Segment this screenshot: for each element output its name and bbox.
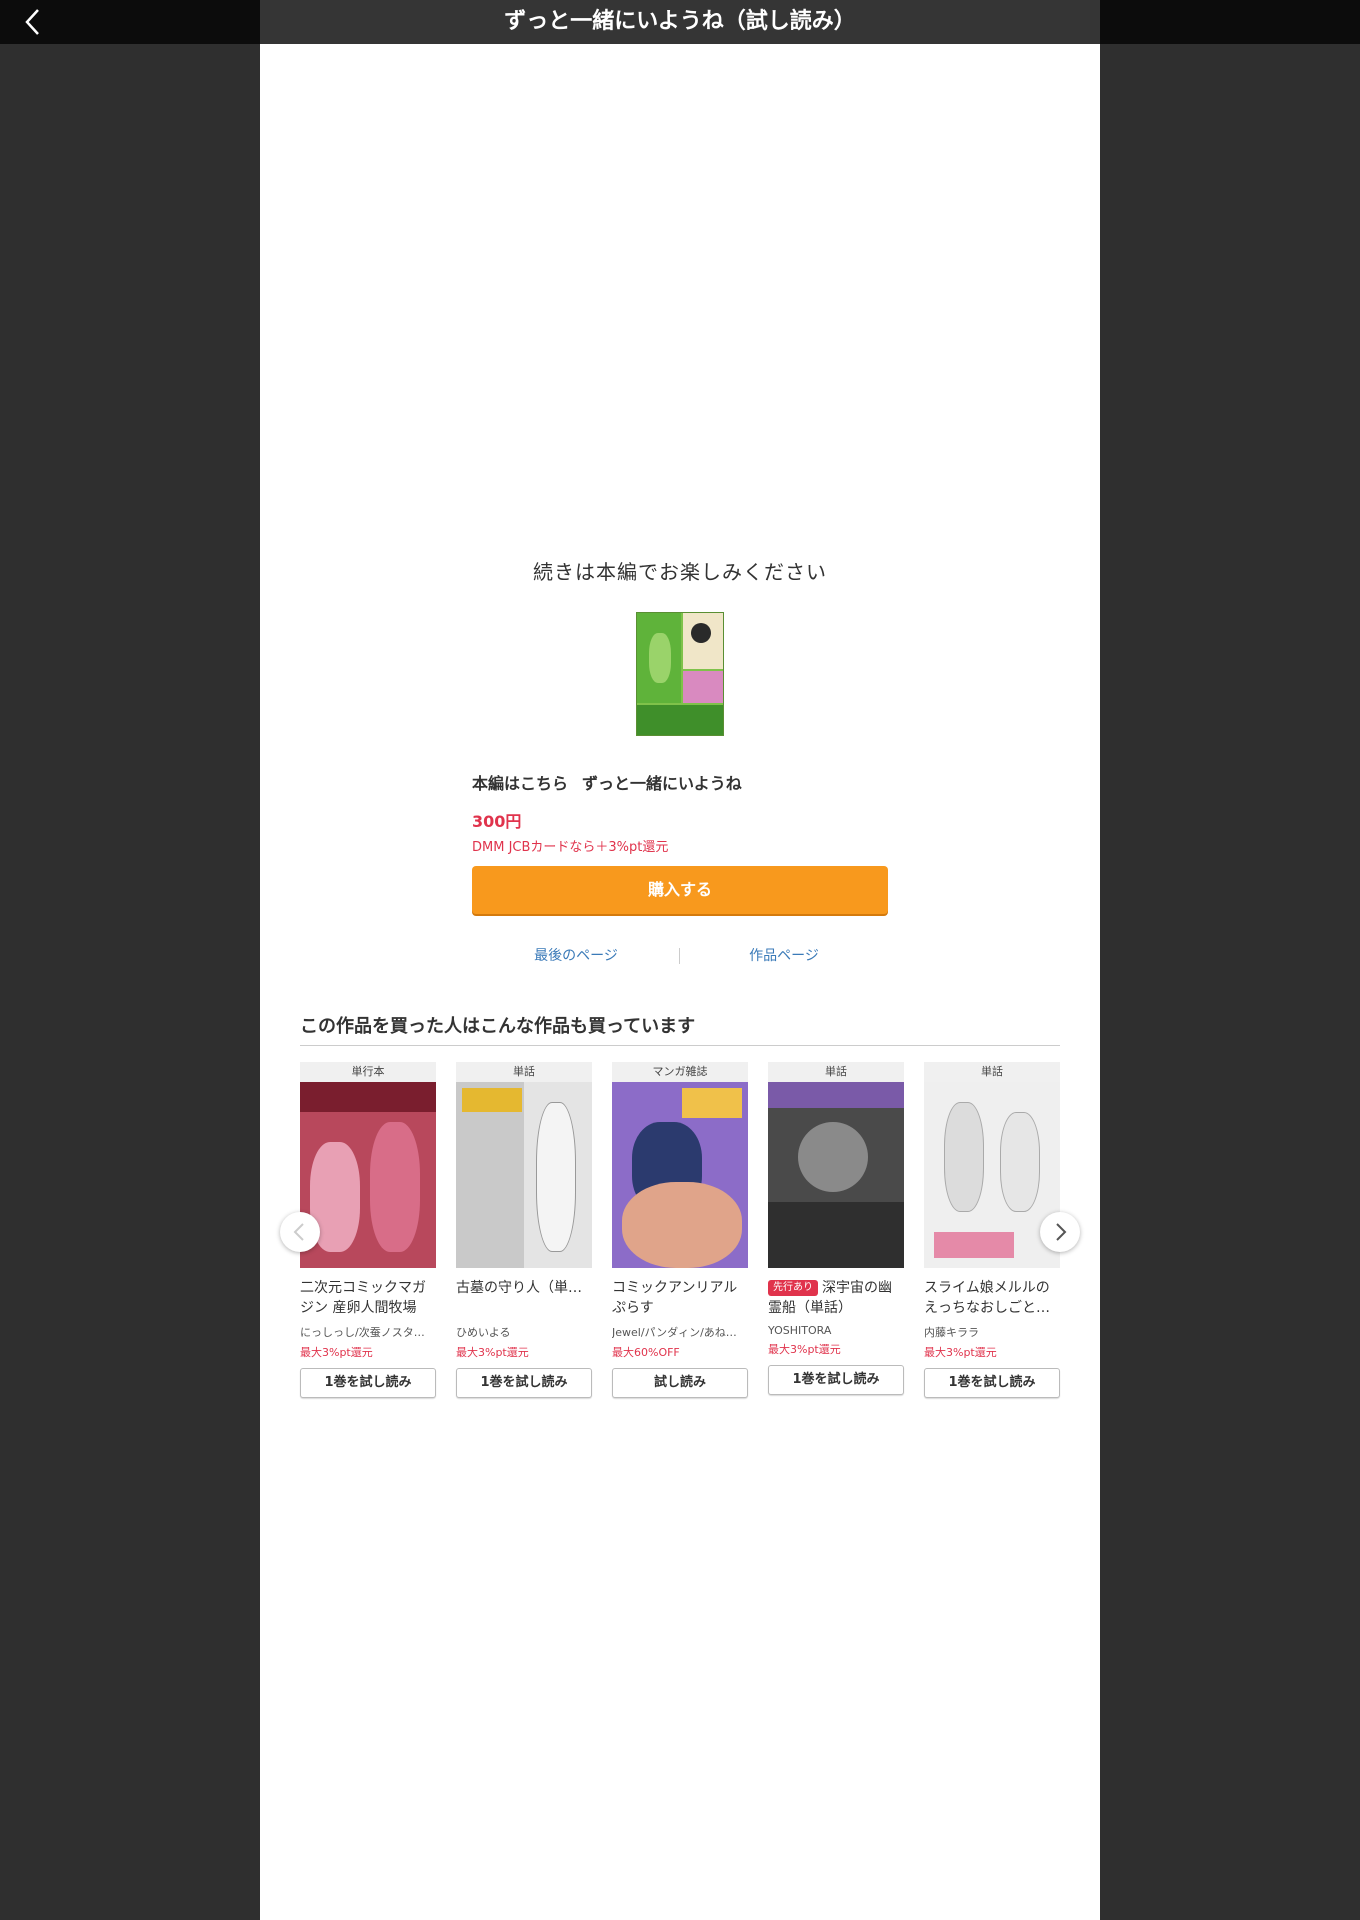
card-title[interactable]: スライム娘メルルのえっちなおしごと… <box>924 1278 1060 1318</box>
chevron-left-icon <box>25 9 39 35</box>
card-point-info: 最大3%pt還元 <box>300 1346 373 1359</box>
recommend-card[interactable]: 単話 古墓の守り人（単… ひめいよる 最大3%pt還元 1巻を試し読み <box>456 1062 592 1398</box>
recommend-carousel: 単行本 二次元コミックマガジン 産卵人間牧場 にっしっし/次蚕ノスタ… 最大3%… <box>300 1062 1060 1452</box>
viewer-page: 続きは本編でお楽しみください 本編はこちら ずっと一緒にいようね 300円 DMM… <box>260 44 1100 1920</box>
card-badge: 先行あり <box>768 1280 818 1296</box>
card-cover-image[interactable] <box>768 1082 904 1268</box>
card-type-label: マンガ雑誌 <box>612 1062 748 1082</box>
card-cover-image[interactable] <box>456 1082 592 1268</box>
recommend-divider <box>300 1045 1060 1046</box>
recommend-card[interactable]: マンガ雑誌 コミックアンリアル ぷらす Jewel/パンダィン/あね… 最大60… <box>612 1062 748 1398</box>
continue-message: 続きは本編でお楽しみください <box>533 560 827 584</box>
card-title-text: コミックアンリアル ぷらす <box>612 1280 738 1316</box>
card-point-info: 最大3%pt還元 <box>456 1346 529 1359</box>
recommend-heading: この作品を買った人はこんな作品も買っています <box>300 1016 696 1037</box>
carousel-next-button[interactable] <box>1040 1212 1080 1252</box>
promo-text: DMM JCBカードなら＋3%pt還元 <box>472 840 669 855</box>
card-point-info: 最大3%pt還元 <box>924 1346 997 1359</box>
card-type-label: 単話 <box>924 1062 1060 1082</box>
last-page-link[interactable]: 最後のページ <box>472 944 680 968</box>
card-cover-image[interactable] <box>300 1082 436 1268</box>
page-links: 最後のページ 作品ページ <box>472 944 888 968</box>
card-title-text: スライム娘メルルのえっちなおしごと… <box>924 1280 1050 1316</box>
card-title-text: 二次元コミックマガジン 産卵人間牧場 <box>300 1280 426 1316</box>
card-author[interactable]: YOSHITORA <box>768 1324 904 1337</box>
card-title[interactable]: 二次元コミックマガジン 産卵人間牧場 <box>300 1278 436 1318</box>
card-trial-button[interactable]: 試し読み <box>612 1368 748 1398</box>
carousel-prev-button[interactable] <box>280 1212 320 1252</box>
card-author[interactable]: 内藤キララ <box>924 1324 1060 1340</box>
main-work-prefix: 本編はこちら <box>472 774 569 793</box>
recommend-card[interactable]: 単行本 二次元コミックマガジン 産卵人間牧場 にっしっし/次蚕ノスタ… 最大3%… <box>300 1062 436 1398</box>
price: 300円 <box>472 812 522 831</box>
buy-button[interactable]: 購入する <box>472 866 888 914</box>
chevron-left-icon <box>293 1223 304 1241</box>
recommend-card[interactable]: 単話 先行あり 深宇宙の幽霊船（単話） YOSHITORA 最大3%pt還元 1巻… <box>768 1062 904 1395</box>
main-work-name[interactable]: ずっと一緒にいようね <box>582 774 742 793</box>
card-type-label: 単行本 <box>300 1062 436 1082</box>
card-author[interactable]: にっしっし/次蚕ノスタ… <box>300 1324 436 1340</box>
work-page-link[interactable]: 作品ページ <box>680 944 888 968</box>
card-author[interactable]: ひめいよる <box>456 1324 592 1340</box>
card-type-label: 単話 <box>768 1062 904 1082</box>
card-point-info: 最大60%OFF <box>612 1346 680 1359</box>
card-title[interactable]: コミックアンリアル ぷらす <box>612 1278 748 1318</box>
card-cover-image[interactable] <box>612 1082 748 1268</box>
work-cover-image[interactable] <box>636 612 724 736</box>
card-type-label: 単話 <box>456 1062 592 1082</box>
card-trial-button[interactable]: 1巻を試し読み <box>456 1368 592 1398</box>
top-bar: ずっと一緒にいようね（試し読み） <box>0 0 1360 44</box>
main-work-title: 本編はこちら ずっと一緒にいようね <box>472 770 742 794</box>
back-button[interactable] <box>18 6 50 38</box>
card-cover-image[interactable] <box>924 1082 1060 1268</box>
card-point-info: 最大3%pt還元 <box>768 1343 841 1356</box>
card-author[interactable]: Jewel/パンダィン/あね… <box>612 1324 748 1340</box>
card-title-text: 古墓の守り人（単… <box>456 1280 582 1296</box>
card-trial-button[interactable]: 1巻を試し読み <box>768 1365 904 1395</box>
card-trial-button[interactable]: 1巻を試し読み <box>300 1368 436 1398</box>
card-trial-button[interactable]: 1巻を試し読み <box>924 1368 1060 1398</box>
card-title[interactable]: 古墓の守り人（単… <box>456 1278 592 1318</box>
chevron-right-icon <box>1056 1223 1067 1241</box>
card-title[interactable]: 先行あり 深宇宙の幽霊船（単話） <box>768 1278 904 1318</box>
page-title: ずっと一緒にいようね（試し読み） <box>260 0 1100 44</box>
